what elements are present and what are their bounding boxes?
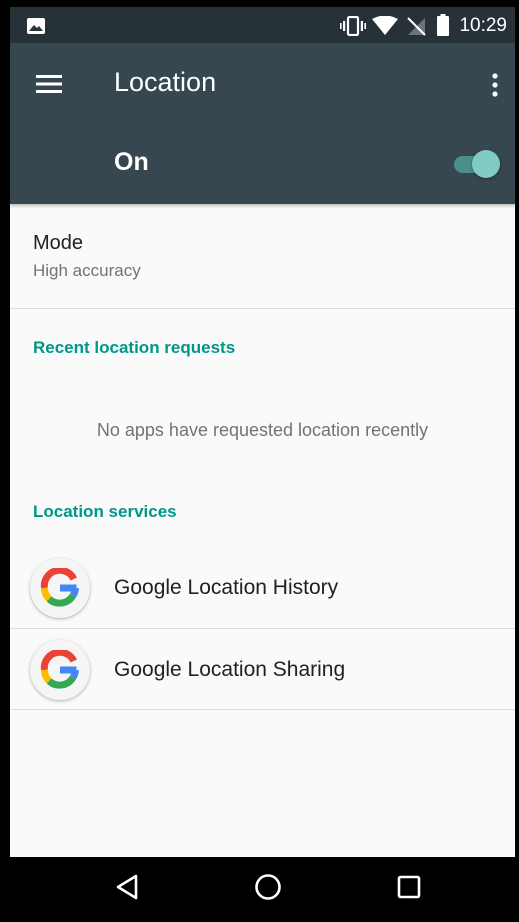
recent-requests-empty-text: No apps have requested location recently (96, 420, 429, 440)
vibrate-icon (340, 15, 366, 41)
page-title: Location (114, 67, 217, 97)
google-g-icon (30, 558, 90, 618)
master-switch-label: On (114, 148, 149, 176)
home-icon[interactable] (252, 871, 284, 903)
status-bar: 10:29 (10, 7, 515, 43)
divider (10, 709, 515, 710)
battery-icon (437, 14, 449, 41)
settings-screen: 10:29 Location On Mode High accuracy Rec… (10, 7, 515, 915)
no-sim-icon (406, 16, 426, 41)
location-master-switch-bar[interactable]: On (10, 125, 515, 204)
recent-requests-header: Recent location requests (33, 338, 236, 357)
service-item-google-location-sharing[interactable]: Google Location Sharing (10, 629, 515, 709)
service-item-google-location-history[interactable]: Google Location History (10, 547, 515, 627)
google-g-icon (30, 640, 90, 700)
location-services-header: Location services (33, 502, 177, 521)
recents-icon[interactable] (393, 871, 425, 903)
image-notification-icon (26, 17, 46, 40)
wifi-icon (372, 15, 398, 41)
more-vert-icon[interactable] (487, 71, 503, 99)
app-toolbar: Location (10, 43, 515, 125)
navigation-bar (10, 857, 515, 915)
mode-title: Mode (33, 232, 84, 254)
mode-summary: High accuracy (33, 261, 141, 280)
location-toggle[interactable] (452, 147, 502, 181)
back-icon[interactable] (112, 871, 144, 903)
service-item-label: Google Location Sharing (114, 658, 346, 681)
mode-setting[interactable]: Mode High accuracy (10, 204, 515, 308)
status-time: 10:29 (459, 15, 507, 36)
hamburger-menu-icon[interactable] (36, 72, 64, 96)
toggle-thumb (472, 150, 500, 178)
divider (10, 308, 515, 309)
service-item-label: Google Location History (114, 576, 339, 599)
